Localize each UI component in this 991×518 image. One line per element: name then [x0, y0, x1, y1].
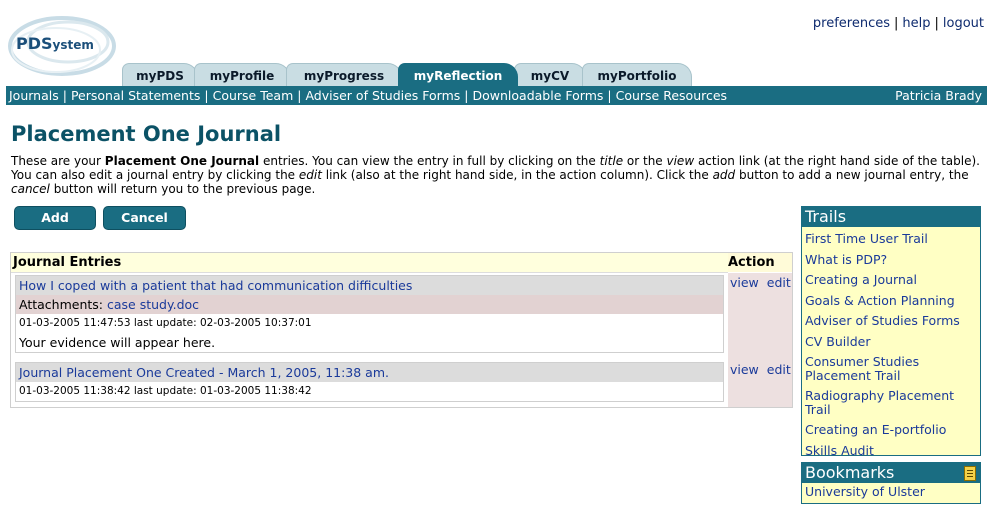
sub-nav-bar: Journals | Personal Statements | Course Team…	[6, 86, 987, 105]
nav-downloadable-forms[interactable]: Downloadable Forms	[473, 88, 604, 103]
nav-course-team[interactable]: Course Team	[213, 88, 294, 103]
bookmarks-panel: Bookmarks University of Ulster	[801, 462, 981, 504]
bookmark-link[interactable]: University of Ulster	[805, 485, 977, 499]
journal-entry: How I coped with a patient that had comm…	[15, 275, 724, 353]
entry-attachments: Attachments: case study.doc	[16, 295, 723, 314]
logout-link[interactable]: logout	[943, 16, 984, 31]
nav-course-resources[interactable]: Course Resources	[616, 88, 727, 103]
help-link[interactable]: help	[902, 16, 930, 31]
tab-myprogress[interactable]: myProgress	[286, 63, 402, 86]
intro-text: These are your Placement One Journal ent…	[11, 154, 980, 196]
view-link[interactable]: view	[730, 362, 759, 377]
trail-link[interactable]: First Time User Trail	[805, 232, 977, 246]
trail-link[interactable]: CV Builder	[805, 334, 977, 349]
entry-actions: view edit	[730, 275, 799, 290]
entry-actions: view edit	[730, 362, 799, 377]
add-button[interactable]: Add	[14, 206, 96, 230]
pdsystem-logo: PDSystem	[8, 14, 120, 78]
edit-link[interactable]: edit	[767, 362, 791, 377]
user-name: Patricia Brady	[895, 88, 982, 103]
entry-timestamps: 01-03-2005 11:38:42 last update: 01-03-2…	[19, 385, 312, 397]
entry-title-link[interactable]: How I coped with a patient that had comm…	[16, 276, 723, 295]
view-link[interactable]: view	[730, 275, 759, 290]
nav-personal-statements[interactable]: Personal Statements	[71, 88, 200, 103]
cancel-button[interactable]: Cancel	[103, 206, 186, 230]
entry-evidence: Your evidence will appear here.	[19, 335, 216, 350]
journal-entry: Journal Placement One Created - March 1,…	[15, 362, 724, 402]
trail-link[interactable]: Creating an E-portfolio	[805, 423, 977, 437]
tab-myprofile[interactable]: myProfile	[194, 63, 290, 86]
bookmarks-title: Bookmarks	[802, 463, 980, 483]
trails-title: Trails	[802, 207, 980, 227]
tab-mypds[interactable]: myPDS	[122, 63, 198, 86]
trail-link[interactable]: Adviser of Studies Forms	[805, 314, 977, 328]
trail-link[interactable]: Skills Audit	[805, 443, 977, 458]
bookmark-icon[interactable]	[964, 466, 976, 481]
preferences-link[interactable]: preferences	[813, 16, 890, 31]
trails-panel: Trails First Time User Trail What is PDP…	[801, 206, 981, 458]
nav-adviser-of-studies-forms[interactable]: Adviser of Studies Forms	[305, 88, 460, 103]
attachment-link[interactable]: case study.doc	[107, 297, 199, 312]
top-links: preferences | help | logout	[812, 16, 984, 31]
entry-title-link[interactable]: Journal Placement One Created - March 1,…	[16, 363, 723, 382]
tab-myreflection[interactable]: myReflection	[398, 63, 518, 86]
action-column	[728, 273, 792, 407]
nav-journals[interactable]: Journals	[9, 88, 59, 103]
main-tabs: myPDS myProfile myProgress myReflection …	[122, 63, 692, 86]
trail-link[interactable]: Radiography Placement Trail	[805, 389, 977, 416]
trail-link[interactable]: Creating a Journal	[805, 273, 977, 287]
trail-link[interactable]: Consumer Studies Placement Trail	[805, 355, 977, 382]
entry-timestamps: 01-03-2005 11:47:53 last update: 02-03-2…	[19, 317, 312, 329]
action-column-header: Action	[728, 253, 792, 272]
page-title: Placement One Journal	[11, 122, 282, 146]
journal-entries-header: Journal Entries	[11, 253, 728, 273]
edit-link[interactable]: edit	[767, 275, 791, 290]
tab-myportfolio[interactable]: myPortfolio	[582, 63, 692, 86]
logo-text: PDSystem	[16, 34, 94, 53]
journal-entries-table: Journal Entries Action How I coped with …	[10, 252, 793, 408]
tab-mycv[interactable]: myCV	[514, 63, 586, 86]
trail-link[interactable]: Goals & Action Planning	[805, 293, 977, 308]
trail-link[interactable]: What is PDP?	[805, 252, 977, 267]
